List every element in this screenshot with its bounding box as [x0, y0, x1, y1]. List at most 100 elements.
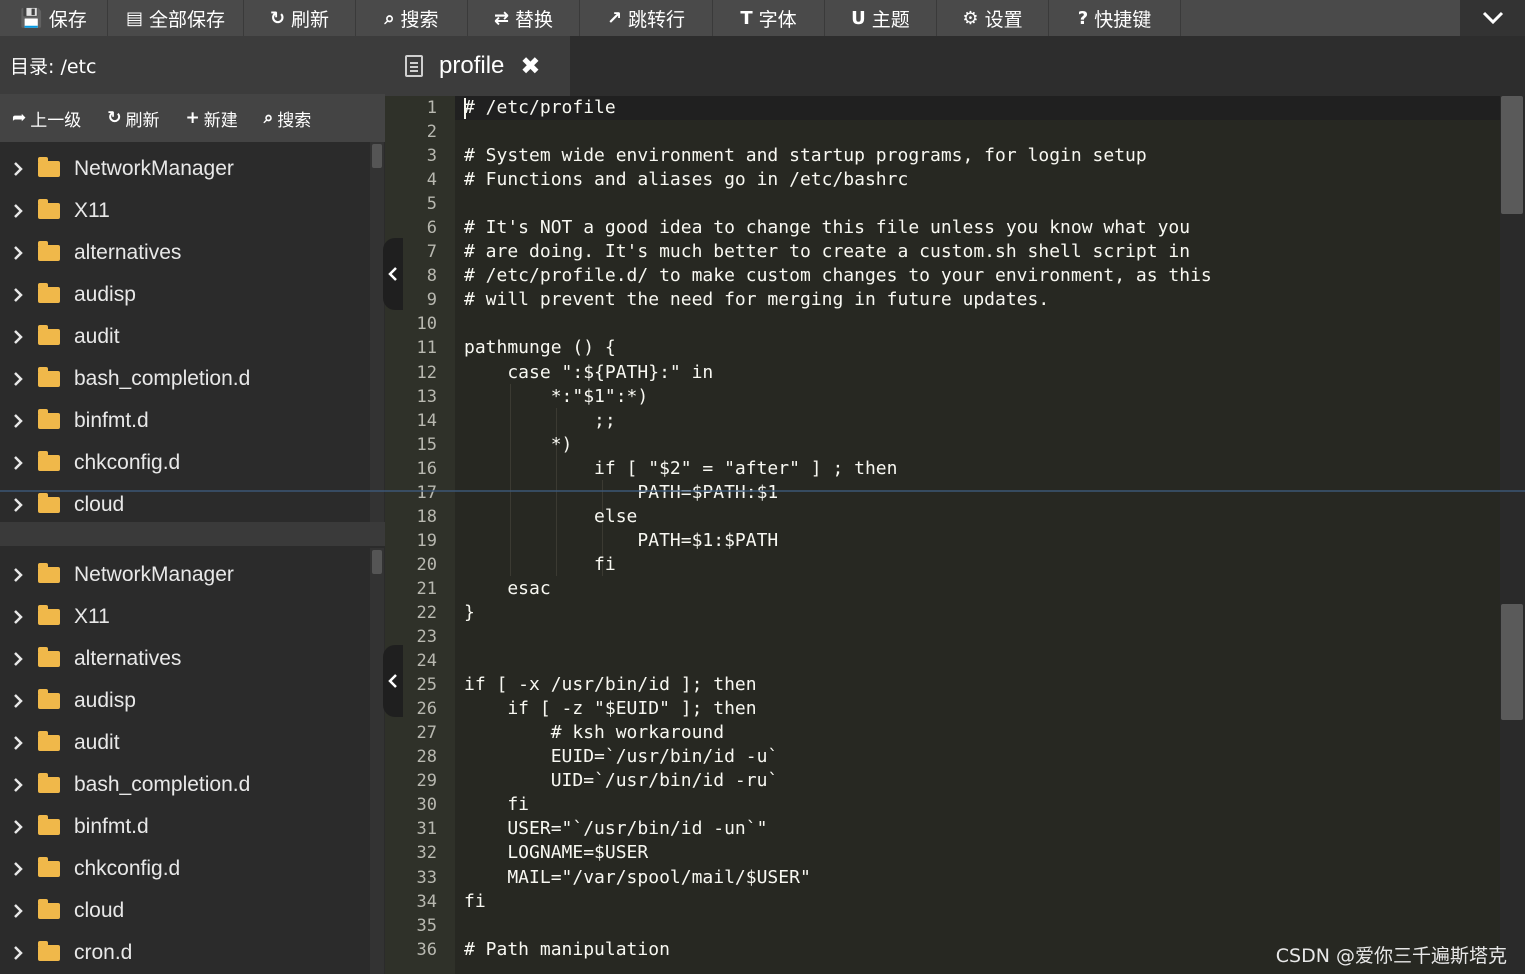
tree-item-folder[interactable]: audisp [0, 680, 370, 722]
toolbar-button-theme[interactable]: U 主题 [825, 0, 937, 36]
tree-item-folder[interactable]: binfmt.d [0, 806, 370, 848]
code-text[interactable]: # /etc/profile # System wide environment … [464, 96, 1499, 962]
code-line[interactable]: PATH=$1:$PATH [464, 529, 1499, 553]
chevron-right-icon[interactable] [0, 567, 36, 583]
chevron-right-icon[interactable] [0, 413, 36, 429]
chevron-right-icon[interactable] [0, 819, 36, 835]
code-line[interactable]: fi [464, 793, 1499, 817]
tree-item-folder[interactable]: cloud [0, 890, 370, 932]
tree-item-folder[interactable]: alternatives [0, 232, 370, 274]
chevron-right-icon[interactable] [0, 945, 36, 961]
code-line[interactable]: fi [464, 890, 1499, 914]
sidebar-collapse-button[interactable] [383, 238, 403, 310]
chevron-right-icon[interactable] [0, 329, 36, 345]
code-line[interactable]: # are doing. It's much better to create … [464, 240, 1499, 264]
tree-item-folder[interactable]: alternatives [0, 638, 370, 680]
code-line[interactable]: *:"$1":*) [464, 385, 1499, 409]
sidebar-collapse-button-duplicate[interactable] [383, 645, 403, 717]
chevron-right-icon[interactable] [0, 735, 36, 751]
code-line[interactable]: MAIL="/var/spool/mail/$USER" [464, 866, 1499, 890]
tree-item-folder[interactable]: bash_completion.d [0, 764, 370, 806]
sidebar-scrollbar[interactable] [370, 142, 384, 522]
code-line[interactable]: *) [464, 433, 1499, 457]
sidebar-scroll-thumb[interactable] [372, 550, 382, 574]
chevron-right-icon[interactable] [0, 497, 36, 513]
chevron-right-icon[interactable] [0, 371, 36, 387]
tree-item-folder[interactable]: audit [0, 316, 370, 358]
code-line[interactable]: # System wide environment and startup pr… [464, 144, 1499, 168]
code-line[interactable] [464, 625, 1499, 649]
toolbar-button-search[interactable]: ⌕ 搜索 [356, 0, 468, 36]
sidebar-tool-plus[interactable]: + 新建 [186, 106, 238, 131]
editor-scroll-thumb-duplicate[interactable] [1501, 604, 1523, 720]
code-line[interactable]: # will prevent the need for merging in f… [464, 288, 1499, 312]
code-line[interactable]: # Functions and aliases go in /etc/bashr… [464, 168, 1499, 192]
code-line[interactable]: USER="`/usr/bin/id -un`" [464, 817, 1499, 841]
tree-item-folder[interactable]: NetworkManager [0, 554, 370, 596]
tree-item-folder[interactable]: NetworkManager [0, 148, 370, 190]
code-editor[interactable]: 1 2 3 4 5 6 7 8 9 10 11 12 13 14 15 16 17 18 19 20 21 22 23 24 2… [385, 96, 1525, 974]
tree-item-folder[interactable]: cron.d [0, 932, 370, 974]
tree-item-folder[interactable]: chkconfig.d [0, 848, 370, 890]
chevron-right-icon[interactable] [0, 651, 36, 667]
chevron-right-icon[interactable] [0, 777, 36, 793]
code-line[interactable]: ;; [464, 409, 1499, 433]
toolbar-button-font[interactable]: T 字体 [713, 0, 825, 36]
code-line[interactable]: if [ -z "$EUID" ]; then [464, 697, 1499, 721]
code-line[interactable]: fi [464, 553, 1499, 577]
editor-scroll-thumb[interactable] [1501, 96, 1523, 214]
toolbar-button-save[interactable]: 💾 保存 [0, 0, 108, 36]
toolbar-button-settings[interactable]: ⚙ 设置 [937, 0, 1049, 36]
code-line[interactable]: # It's NOT a good idea to change this fi… [464, 216, 1499, 240]
code-line[interactable]: # /etc/profile.d/ to make custom changes… [464, 264, 1499, 288]
sidebar-tool-up-level[interactable]: ➦ 上一级 [12, 106, 81, 131]
code-line[interactable]: PATH=$PATH:$1 [464, 481, 1499, 505]
code-line[interactable]: EUID=`/usr/bin/id -u` [464, 745, 1499, 769]
toolbar-button-refresh[interactable]: ↻ 刷新 [244, 0, 356, 36]
code-line[interactable]: UID=`/usr/bin/id -ru` [464, 769, 1499, 793]
tree-item-folder[interactable]: audisp [0, 274, 370, 316]
chevron-right-icon[interactable] [0, 861, 36, 877]
code-line[interactable]: if [ -x /usr/bin/id ]; then [464, 673, 1499, 697]
sidebar-tool-refresh[interactable]: ↻ 刷新 [107, 106, 159, 131]
chevron-right-icon[interactable] [0, 203, 36, 219]
chevron-right-icon[interactable] [0, 245, 36, 261]
tree-item-folder[interactable]: audit [0, 722, 370, 764]
code-line[interactable]: esac [464, 577, 1499, 601]
toolbar-button-save-all[interactable]: ▤ 全部保存 [108, 0, 244, 36]
toolbar-collapse-button[interactable] [1460, 0, 1525, 36]
chevron-right-icon[interactable] [0, 287, 36, 303]
tree-item-folder[interactable]: binfmt.d [0, 400, 370, 442]
tab-profile[interactable]: profile ✖ [385, 36, 570, 96]
code-line[interactable]: LOGNAME=$USER [464, 841, 1499, 865]
code-line[interactable]: } [464, 601, 1499, 625]
code-line[interactable]: # /etc/profile [464, 96, 1499, 120]
chevron-right-icon[interactable] [0, 161, 36, 177]
tree-item-folder[interactable]: bash_completion.d [0, 358, 370, 400]
toolbar-button-help[interactable]: ? 快捷键 [1049, 0, 1181, 36]
code-line[interactable]: pathmunge () { [464, 336, 1499, 360]
code-line[interactable] [464, 312, 1499, 336]
code-line[interactable] [464, 649, 1499, 673]
toolbar-button-goto-line[interactable]: ↗ 跳转行 [580, 0, 713, 36]
code-line[interactable]: case ":${PATH}:" in [464, 361, 1499, 385]
close-icon[interactable]: ✖ [520, 52, 540, 81]
chevron-right-icon[interactable] [0, 903, 36, 919]
code-line[interactable]: if [ "$2" = "after" ] ; then [464, 457, 1499, 481]
editor-scrollbar[interactable] [1500, 96, 1525, 974]
tree-item-folder[interactable]: chkconfig.d [0, 442, 370, 484]
sidebar-scroll-thumb[interactable] [372, 144, 382, 168]
sidebar-scrollbar-duplicate[interactable] [370, 548, 384, 974]
tree-item-folder[interactable]: X11 [0, 596, 370, 638]
code-line[interactable]: else [464, 505, 1499, 529]
code-line[interactable] [464, 120, 1499, 144]
chevron-right-icon[interactable] [0, 693, 36, 709]
code-line[interactable]: # ksh workaround [464, 721, 1499, 745]
tree-item-folder[interactable]: X11 [0, 190, 370, 232]
chevron-right-icon[interactable] [0, 455, 36, 471]
code-line[interactable] [464, 192, 1499, 216]
code-line[interactable] [464, 914, 1499, 938]
chevron-right-icon[interactable] [0, 609, 36, 625]
sidebar-tool-search[interactable]: ⌕ 搜索 [264, 106, 312, 131]
toolbar-button-replace[interactable]: ⇄ 替换 [468, 0, 580, 36]
